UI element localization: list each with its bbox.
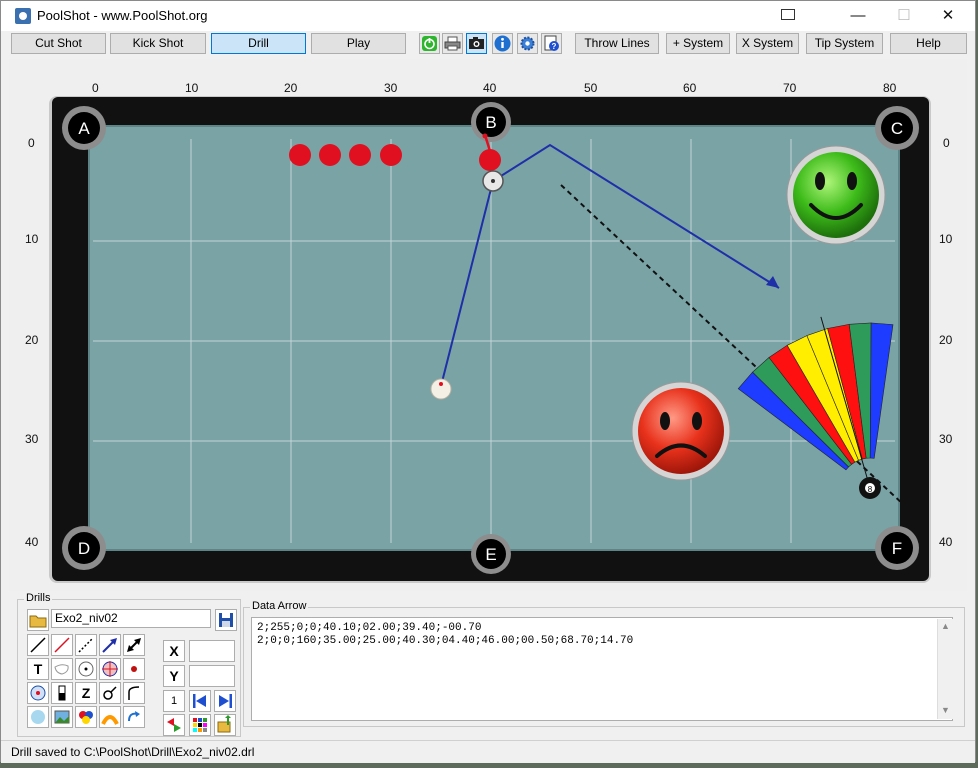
play-button[interactable]: Play (311, 33, 406, 54)
pool-table[interactable]: A B C D E F 8 (9, 59, 967, 591)
export-icon[interactable] (214, 714, 236, 736)
pocket-label-c: C (891, 119, 903, 138)
bottom-panel: Drills Exo2_niv02 T Z X Y 1 Data Arrow 2… (9, 591, 967, 741)
eight-ball-number: 8 (868, 485, 873, 494)
printer-icon[interactable] (442, 33, 463, 54)
pocket-label-e: E (485, 545, 496, 564)
z-tool-icon[interactable]: Z (75, 682, 97, 704)
data-arrow-textarea[interactable]: 2;255;0;0;40.10;02.00;39.40;-00.70 2;0;0;… (251, 617, 953, 721)
drill-button[interactable]: Drill (211, 33, 306, 54)
drills-label: Drills (24, 592, 53, 604)
minimize-button[interactable]: — (835, 1, 881, 31)
redo-tool-icon[interactable] (123, 706, 145, 728)
textarea-scrollbar[interactable]: ▲ ▼ (937, 619, 953, 719)
target-dot-tool-icon[interactable] (75, 658, 97, 680)
y-coordinate-field[interactable] (189, 665, 235, 687)
red-arrow-head (482, 133, 488, 139)
throw-lines-button[interactable]: Throw Lines (575, 33, 659, 54)
next-drill-icon[interactable] (214, 690, 236, 712)
battery-tool-icon[interactable] (51, 682, 73, 704)
swap-icon[interactable] (163, 714, 185, 736)
status-text: Drill saved to C:\PoolShot\Drill\Exo2_ni… (11, 745, 255, 759)
data-arrow-line-2: 2;0;0;160;35.00;25.00;40.30;04.40;46.00;… (257, 635, 634, 647)
previous-drill-icon[interactable] (189, 690, 211, 712)
kick-shot-button[interactable]: Kick Shot (110, 33, 206, 54)
happy-smiley-icon (786, 145, 886, 245)
scroll-down-icon[interactable]: ▼ (941, 705, 950, 715)
tip-system-button[interactable]: Tip System (806, 33, 883, 54)
app-icon (15, 8, 31, 24)
svg-text:?: ? (552, 42, 557, 51)
eraser-tool-icon[interactable] (51, 658, 73, 680)
cue-ball-tool-icon[interactable] (27, 706, 49, 728)
color-tool-icon[interactable] (75, 706, 97, 728)
red-line-tool-icon[interactable] (51, 634, 73, 656)
pocket-label-d: D (78, 539, 90, 558)
help-button[interactable]: Help (890, 33, 967, 54)
aim-tool-icon[interactable] (27, 682, 49, 704)
y-coordinate-label: Y (163, 665, 185, 687)
settings-icon[interactable] (517, 33, 538, 54)
pocket-label-b: B (485, 113, 496, 132)
drill-filename-field[interactable]: Exo2_niv02 (51, 609, 211, 628)
ball-marker-tool-icon[interactable] (123, 658, 145, 680)
cut-shot-button[interactable]: Cut Shot (11, 33, 106, 54)
plus-system-button[interactable]: + System (666, 33, 730, 54)
sad-smiley-icon (631, 381, 731, 481)
camera-icon[interactable] (466, 33, 487, 54)
page-number-icon[interactable]: 1 (163, 690, 185, 712)
data-arrow-line-1: 2;255;0;0;40.10;02.00;39.40;-00.70 (257, 622, 482, 634)
pocket-label-f: F (892, 539, 902, 558)
double-arrow-tool-icon[interactable] (123, 634, 145, 656)
blue-arrow-tool-icon[interactable] (99, 634, 121, 656)
curve-tool-icon[interactable] (123, 682, 145, 704)
table-canvas[interactable]: 0 10 20 30 40 50 60 70 80 0 10 20 30 40 … (9, 59, 967, 591)
window-title: PoolShot - www.PoolShot.org (37, 8, 208, 23)
close-button[interactable]: ✕ (925, 1, 971, 31)
power-icon[interactable] (419, 33, 440, 54)
x-coordinate-field[interactable] (189, 640, 235, 662)
help-doc-icon[interactable]: ? (541, 33, 562, 54)
title-bar: PoolShot - www.PoolShot.org — ☐ ✕ (1, 1, 975, 31)
spin-tool-icon[interactable] (99, 682, 121, 704)
info-icon[interactable] (492, 33, 513, 54)
line-tool-icon[interactable] (27, 634, 49, 656)
drills-group: Drills Exo2_niv02 T Z X Y 1 (17, 592, 241, 737)
x-system-button[interactable]: X System (736, 33, 799, 54)
image-tool-icon[interactable] (51, 706, 73, 728)
status-bar: Drill saved to C:\PoolShot\Drill\Exo2_ni… (1, 740, 975, 763)
restore-icon[interactable] (781, 9, 795, 20)
pocket-label-a: A (78, 119, 90, 138)
app-window: PoolShot - www.PoolShot.org — ☐ ✕ Cut Sh… (0, 0, 976, 763)
dashed-line-tool-icon[interactable] (75, 634, 97, 656)
rainbow-tool-icon[interactable] (99, 706, 121, 728)
data-arrow-label: Data Arrow (250, 600, 309, 612)
crosshair-tool-icon[interactable] (99, 658, 121, 680)
maximize-button: ☐ (897, 7, 911, 24)
open-folder-icon[interactable] (27, 609, 49, 631)
palette-icon[interactable] (189, 714, 211, 736)
save-icon[interactable] (215, 609, 237, 631)
x-coordinate-label: X (163, 640, 185, 662)
text-tool-icon[interactable]: T (27, 658, 49, 680)
scroll-up-icon[interactable]: ▲ (941, 621, 950, 631)
toolbar: Cut Shot Kick Shot Drill Play ? Throw Li… (1, 31, 975, 57)
